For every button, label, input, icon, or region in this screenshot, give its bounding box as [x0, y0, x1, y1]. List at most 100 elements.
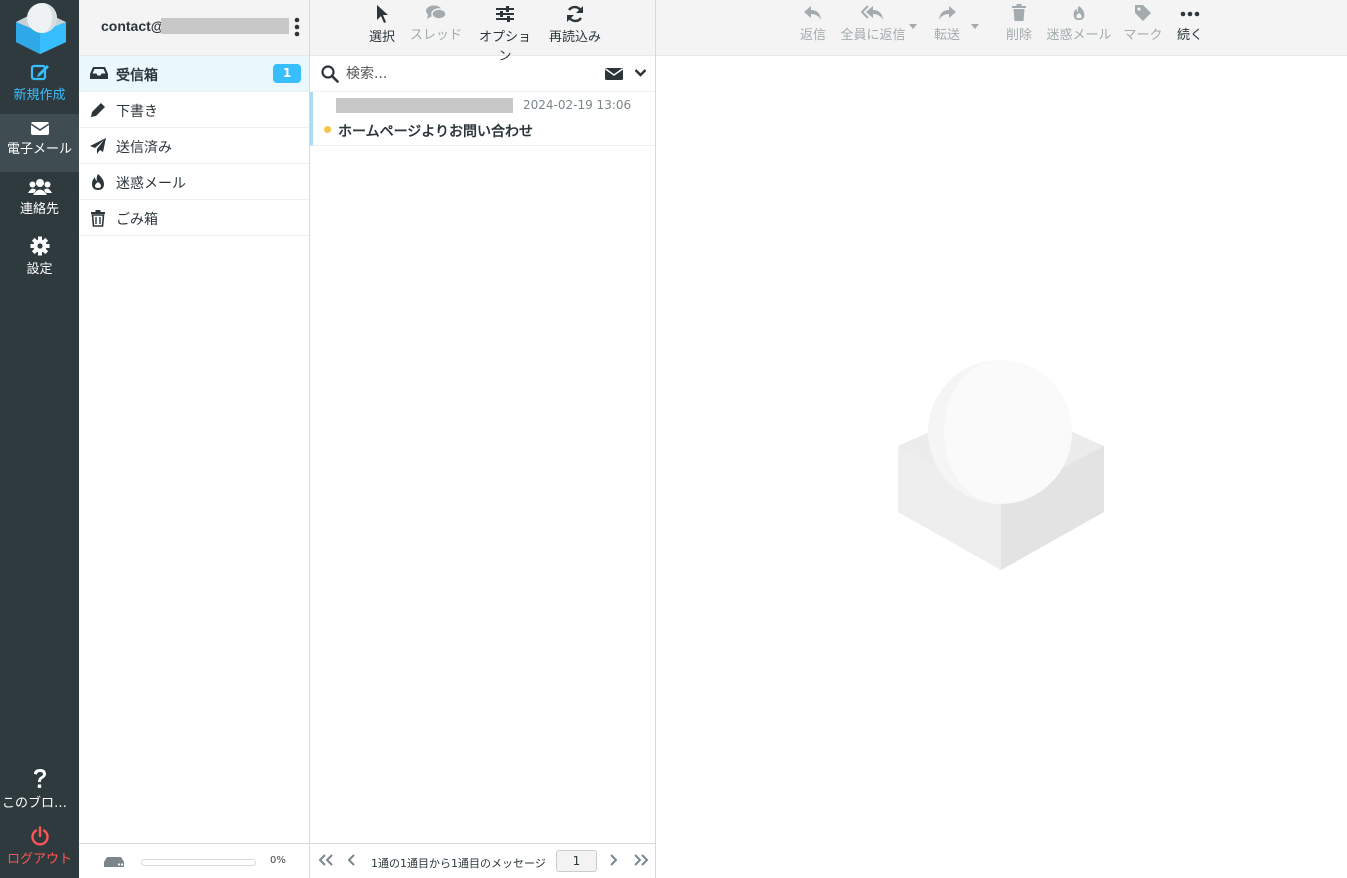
trash-icon: [91, 210, 105, 227]
reply-icon: [804, 6, 821, 20]
folder-inbox[interactable]: 受信箱 1: [79, 56, 309, 92]
reply-all-icon: [861, 5, 883, 20]
account-header: contact@: [79, 0, 309, 56]
folder-panel: contact@ 受信箱 1 下書き 送信済み 迷惑メール ごみ箱 0%: [79, 0, 310, 878]
quota-progress: [141, 859, 256, 866]
tag-icon: [1135, 5, 1151, 21]
select-button[interactable]: 選択: [368, 4, 396, 45]
message-date: 2024-02-19 13:06: [523, 98, 632, 112]
message-content-panel: 返信 全員に返信 転送 削除 迷惑メール マーク 続く: [656, 0, 1347, 878]
sliders-icon: [496, 6, 514, 22]
threads-button[interactable]: スレッド: [410, 4, 462, 43]
trash-icon: [1012, 4, 1026, 21]
folder-drafts-label: 下書き: [116, 104, 158, 120]
reply-button[interactable]: 返信: [796, 4, 830, 43]
redacted-sender: [336, 98, 513, 113]
page-number-input[interactable]: 1: [556, 850, 597, 872]
folder-trash-label: ごみ箱: [116, 212, 158, 228]
compose-button[interactable]: 新規作成: [0, 56, 79, 114]
reply-label: 返信: [799, 28, 826, 43]
account-email: contact@: [101, 18, 165, 34]
more-label: 続く: [1176, 28, 1203, 43]
search-input[interactable]: [346, 62, 586, 86]
last-page-icon[interactable]: [633, 854, 649, 866]
pencil-icon: [91, 103, 105, 117]
nav-rail: 新規作成 電子メール 連絡先 設定 このブログ... ログアウト: [0, 0, 79, 878]
reply-all-button[interactable]: 全員に返信: [840, 4, 906, 43]
mail-label: 電子メール: [6, 142, 72, 157]
hard-drive-icon: [104, 857, 124, 867]
forward-button[interactable]: 転送: [930, 4, 964, 43]
about-label: このブログ...: [2, 796, 79, 811]
pagination-info: 1通の1通目から1通目のメッセージ: [371, 857, 546, 870]
mail-button[interactable]: 電子メール: [0, 114, 79, 172]
roundcube-watermark-icon: [898, 360, 1104, 570]
delete-label: 削除: [1005, 28, 1032, 43]
users-icon: [27, 179, 52, 195]
folder-sent-label: 送信済み: [116, 140, 172, 156]
more-vertical-icon[interactable]: [293, 16, 301, 38]
forward-label: 転送: [933, 28, 960, 43]
comments-icon: [426, 5, 447, 20]
power-icon: [30, 826, 49, 846]
search-bar: [310, 56, 655, 92]
cursor-icon: [377, 5, 388, 23]
paper-plane-icon: [90, 138, 106, 154]
logout-button[interactable]: ログアウト: [0, 820, 79, 878]
forward-dropdown-icon[interactable]: [971, 24, 979, 29]
folder-trash[interactable]: ごみ箱: [79, 200, 309, 236]
refresh-label: 再読込み: [548, 30, 601, 45]
settings-button[interactable]: 設定: [0, 230, 79, 288]
inbox-icon: [90, 67, 108, 79]
threads-label: スレッド: [410, 28, 463, 43]
next-page-icon[interactable]: [608, 854, 618, 866]
refresh-icon: [567, 5, 583, 23]
message-toolbar: 返信 全員に返信 転送 削除 迷惑メール マーク 続く: [656, 0, 1347, 56]
contacts-button[interactable]: 連絡先: [0, 172, 79, 230]
roundcube-logo-icon[interactable]: [12, 2, 68, 54]
message-list-panel: 選択 スレッド オプション 再読込み 検索... 2024-02-19 13:0…: [310, 0, 656, 878]
redacted-email-domain: [161, 18, 289, 34]
folder-inbox-label: 受信箱: [116, 68, 158, 84]
compose-label: 新規作成: [13, 88, 66, 103]
about-button[interactable]: このブログ...: [0, 762, 79, 820]
refresh-button[interactable]: 再読込み: [548, 4, 602, 45]
junk-button[interactable]: 迷惑メール: [1046, 4, 1112, 43]
logout-label: ログアウト: [6, 852, 72, 867]
question-icon: [33, 769, 46, 788]
first-page-icon[interactable]: [318, 854, 334, 866]
mark-button[interactable]: マーク: [1122, 4, 1164, 43]
message-subject: ホームページよりお問い合わせ: [338, 124, 534, 140]
reply-all-dropdown-icon[interactable]: [909, 24, 917, 29]
options-button[interactable]: オプション: [473, 4, 537, 64]
folder-junk-label: 迷惑メール: [116, 176, 186, 192]
pagination: 1通の1通目から1通目のメッセージ 1: [310, 843, 655, 878]
list-item[interactable]: 2024-02-19 13:06 ホームページよりお問い合わせ: [310, 92, 655, 146]
fire-icon: [1073, 5, 1085, 21]
chevron-down-icon[interactable]: [634, 68, 647, 78]
unread-count-badge: 1: [273, 64, 301, 83]
delete-button[interactable]: 削除: [1002, 4, 1036, 43]
more-button[interactable]: 続く: [1174, 4, 1206, 43]
folder-junk[interactable]: 迷惑メール: [79, 164, 309, 200]
settings-label: 設定: [26, 262, 53, 277]
mark-label: マーク: [1123, 28, 1163, 43]
more-horizontal-icon: [1180, 11, 1200, 17]
list-toolbar: 選択 スレッド オプション 再読込み: [310, 0, 655, 64]
fire-icon: [92, 174, 104, 190]
contacts-label: 連絡先: [19, 202, 59, 217]
quota-bar: 0%: [79, 843, 309, 878]
compose-icon: [30, 64, 49, 81]
prev-page-icon[interactable]: [347, 854, 357, 866]
unread-dot-icon[interactable]: [324, 126, 331, 133]
quota-percent: 0%: [270, 855, 286, 866]
folder-sent[interactable]: 送信済み: [79, 128, 309, 164]
gear-icon: [30, 236, 49, 256]
forward-icon: [939, 6, 956, 20]
search-icon[interactable]: [321, 65, 339, 83]
select-label: 選択: [368, 30, 395, 45]
envelope-filter-icon[interactable]: [605, 67, 623, 81]
envelope-icon: [30, 122, 49, 135]
folder-drafts[interactable]: 下書き: [79, 92, 309, 128]
junk-label: 迷惑メール: [1046, 28, 1112, 43]
